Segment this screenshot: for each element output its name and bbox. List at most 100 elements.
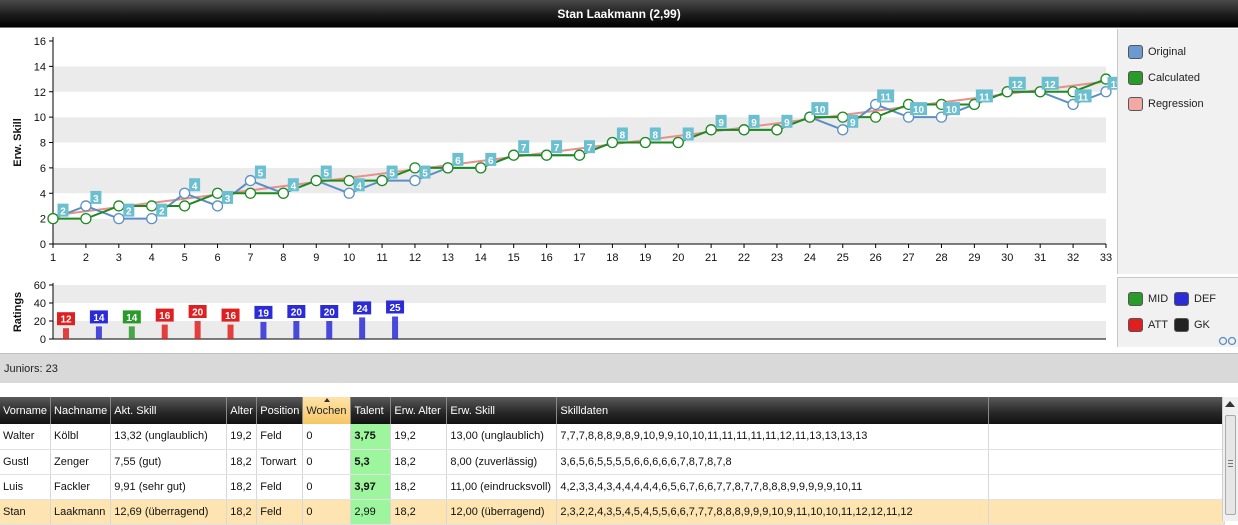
point-label: 8 — [685, 131, 691, 142]
table-cell: Laakmann — [50, 498, 112, 525]
column-header[interactable]: Nachname — [50, 397, 112, 424]
table-cell: 13,32 (unglaublich) — [110, 424, 228, 450]
rating-label: 14 — [126, 313, 138, 324]
table-cell: Stan — [0, 498, 52, 525]
original-point — [343, 187, 355, 199]
x-tick-label: 6 — [214, 252, 220, 264]
legend-item-calculated[interactable]: Calculated — [1128, 71, 1200, 86]
point-label: 12 — [1012, 80, 1024, 91]
legend-label: Regression — [1148, 98, 1204, 111]
calculated-point — [705, 124, 717, 136]
table-cell: Feld — [256, 474, 304, 500]
x-tick-label: 4 — [149, 252, 155, 264]
column-header[interactable]: Erw. Skill — [446, 397, 558, 424]
juniors-table: Vorname Nachname Akt. Skill Alter Position Wo… — [0, 397, 1238, 525]
rating-bar — [260, 321, 267, 339]
y-tick-label: 0 — [40, 239, 46, 251]
scroll-thumb[interactable] — [1225, 415, 1236, 515]
original-point — [244, 174, 257, 187]
calculated-point — [113, 200, 125, 212]
grid-band — [53, 167, 1106, 194]
legend-item-mid[interactable]: MID — [1128, 292, 1169, 307]
column-header[interactable]: Talent — [350, 397, 392, 424]
table-row[interactable]: Gustl Zenger 7,55 (gut) 18,2 Torwart 0 5,3 18,2… — [0, 449, 1226, 475]
column-header[interactable]: Position — [256, 397, 304, 424]
legend-label: MID — [1148, 293, 1169, 306]
table-cell: Luis — [0, 474, 52, 500]
grid-band — [53, 117, 1106, 143]
rating-label: 12 — [60, 315, 72, 326]
table-cell: 0 — [302, 474, 352, 500]
column-header[interactable]: Vorname — [0, 397, 52, 424]
table-cell: Zenger — [50, 449, 112, 475]
table-cell: 13,00 (unglaublich) — [446, 424, 558, 450]
table-cell: 18,2 — [226, 498, 258, 525]
rating-bar — [161, 324, 168, 339]
table-scrollbar[interactable] — [1222, 397, 1238, 521]
juniors-count: Juniors: 23 — [0, 353, 1238, 383]
table-row[interactable]: Luis Fackler 9,91 (sehr gut) 18,2 Feld 0 3,97 1… — [0, 474, 1226, 500]
calculated-point — [409, 162, 421, 174]
y-axis-label: Ratings — [12, 292, 24, 332]
calculated-point — [146, 200, 158, 212]
chart-panel: 0 2 4 6 8 10 12 14 16 1 2 3 4 5 6 7 8 9 10 11 12 13 14 15 16 17 18… — [0, 29, 1238, 347]
grid-band — [53, 321, 1106, 339]
point-label: 7 — [521, 143, 527, 154]
legend-item-regression[interactable]: Regression — [1128, 97, 1204, 112]
x-tick-label: 3 — [116, 252, 122, 264]
x-tick-label: 30 — [1001, 252, 1013, 264]
point-label: 8 — [653, 131, 659, 142]
original-point — [211, 200, 224, 212]
column-header[interactable]: Wochen — [302, 397, 352, 424]
legend-item-att[interactable]: ATT — [1128, 318, 1168, 333]
point-label: 3 — [225, 194, 231, 205]
rating-label: 20 — [324, 308, 336, 319]
point-label: 4 — [192, 181, 198, 192]
legend-item-def[interactable]: DEF — [1174, 292, 1216, 307]
x-tick-label: 25 — [837, 252, 849, 264]
y-tick-label: 16 — [34, 36, 46, 48]
legend-item-original[interactable]: Original — [1128, 45, 1186, 60]
point-label: 12 — [1045, 80, 1057, 91]
point-label: 6 — [488, 156, 494, 167]
table-cell: Walter — [0, 424, 52, 450]
y-tick-label: 14 — [34, 61, 46, 73]
calculated-point — [837, 111, 849, 123]
table-cell: 7,7,7,8,8,8,9,8,9,10,9,9,10,10,11,11,11,… — [556, 424, 990, 450]
scroll-up-icon[interactable] — [1225, 401, 1235, 407]
y-tick-label: 12 — [34, 87, 46, 99]
point-label: 10 — [946, 105, 958, 116]
x-tick-label: 5 — [182, 252, 188, 264]
table-row[interactable]: Stan Laakmann 12,69 (überragend) 18,2 Feld 0 2… — [0, 498, 1226, 525]
calculated-point — [244, 187, 257, 199]
column-header[interactable]: Skilldaten — [556, 397, 990, 424]
y-tick-label: 10 — [34, 112, 46, 124]
column-header[interactable]: Akt. Skill — [110, 397, 228, 424]
table-cell: 5,3 — [350, 449, 392, 475]
x-tick-label: 17 — [573, 252, 585, 264]
point-label: 5 — [422, 169, 428, 180]
x-tick-label: 32 — [1067, 252, 1079, 264]
grid-band — [53, 41, 1106, 67]
table-row[interactable]: Walter Kölbl 13,32 (unglaublich) 19,2 Feld 0 3… — [0, 424, 1226, 450]
table-cell: 11,00 (eindrucksvoll) — [446, 474, 558, 500]
x-tick-label: 23 — [771, 252, 783, 264]
x-tick-label: 29 — [968, 252, 980, 264]
window-title: Stan Laakmann (2,99) — [0, 0, 1238, 28]
resize-grip-icon[interactable] — [1218, 336, 1238, 346]
x-tick-label: 26 — [870, 252, 882, 264]
calculated-point — [639, 136, 651, 149]
table-cell: 18,2 — [390, 474, 448, 500]
rating-label: 19 — [258, 308, 270, 319]
x-tick-label: 20 — [672, 252, 684, 264]
legend-item-gk[interactable]: GK — [1174, 318, 1210, 333]
x-tick-label: 19 — [639, 252, 651, 264]
x-tick-label: 21 — [705, 252, 717, 264]
table-cell: 9,91 (sehr gut) — [110, 474, 228, 500]
rating-bar — [227, 324, 234, 339]
rating-bar — [293, 321, 300, 339]
calculated-point — [80, 212, 92, 225]
column-header[interactable]: Erw. Alter — [390, 397, 448, 424]
column-header[interactable]: Alter — [226, 397, 258, 424]
table-cell-filler — [988, 424, 1226, 450]
